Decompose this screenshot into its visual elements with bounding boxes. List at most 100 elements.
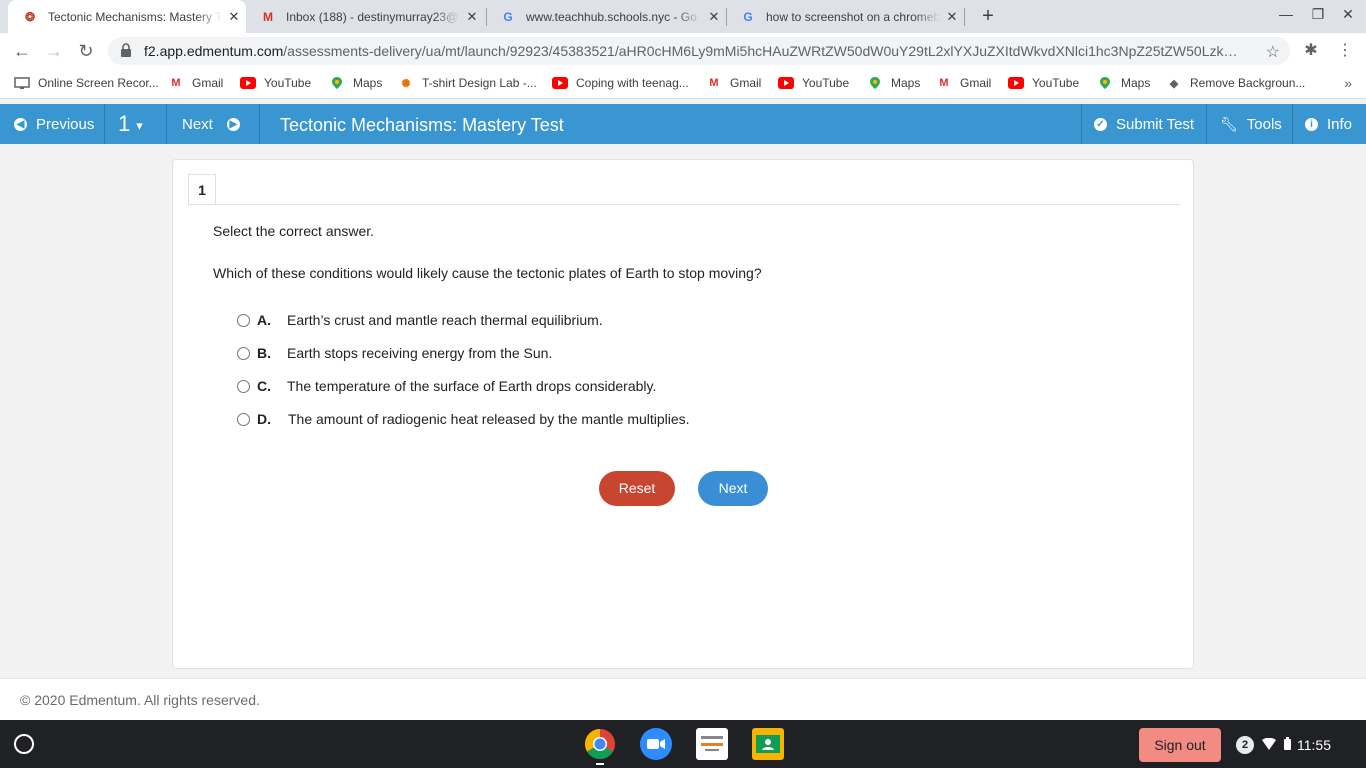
reset-button[interactable]: Reset <box>599 471 675 506</box>
chrome-icon[interactable] <box>584 728 616 760</box>
google-classroom-icon[interactable] <box>752 728 784 760</box>
bookmark-label: Gmail <box>192 76 224 90</box>
more-vertical-icon[interactable]: ⋮ <box>1334 40 1356 60</box>
chevron-double-right-icon[interactable]: » <box>1344 75 1352 91</box>
youtube-icon <box>552 76 568 90</box>
radio-button[interactable] <box>237 379 250 393</box>
zoom-icon[interactable] <box>640 728 672 760</box>
browser-tab-teachhub[interactable]: G www.teachhub.schools.nyc - Go ✕ <box>486 0 726 33</box>
answer-option-b[interactable]: B. Earth stops receiving energy from the… <box>237 345 552 361</box>
radio-button[interactable] <box>237 346 250 360</box>
previous-label: Previous <box>36 115 95 133</box>
close-icon[interactable]: ✕ <box>460 9 484 25</box>
sign-out-button[interactable]: Sign out <box>1139 728 1221 762</box>
page-footer: © 2020 Edmentum. All rights reserved. <box>0 678 1366 720</box>
header-divider <box>104 104 105 144</box>
radio-button[interactable] <box>237 412 250 426</box>
close-icon[interactable]: ✕ <box>222 9 246 25</box>
previous-button[interactable]: ◀ Previous <box>14 104 94 144</box>
tab-title: how to screenshot on a chromeb <box>766 9 940 24</box>
thinkcerca-icon[interactable] <box>696 728 728 760</box>
question-card: 1 Select the correct answer. Which of th… <box>172 159 1194 669</box>
google-icon: G <box>503 9 513 24</box>
clock-time: 11:55 <box>1297 737 1331 753</box>
header-divider <box>1292 104 1293 144</box>
bookmark-label: YouTube <box>802 76 850 90</box>
restore-icon[interactable]: ❐ <box>1308 6 1328 23</box>
browser-tab-gmail[interactable]: M Inbox (188) - destinymurray23@ ✕ <box>246 0 484 33</box>
bookmark-item[interactable]: Online Screen Recor... <box>14 76 159 90</box>
maps-icon <box>1097 76 1113 90</box>
bookmark-item[interactable]: ◆ Remove Backgroun... <box>1166 76 1306 90</box>
bookmark-item[interactable]: Maps <box>1097 76 1150 90</box>
close-icon[interactable]: ✕ <box>940 9 964 25</box>
bookmark-item[interactable]: M Gmail <box>706 76 761 90</box>
browser-tab-strip: ❂ Tectonic Mechanisms: Mastery T ✕ M Inb… <box>0 0 1366 33</box>
arrow-right-circle-icon: ▶ <box>226 117 240 131</box>
minimize-icon[interactable]: — <box>1276 6 1296 22</box>
bookmark-label: T-shirt Design Lab -... <box>422 76 537 90</box>
next-button[interactable]: Next <box>698 471 768 506</box>
bookmark-item[interactable]: ✺ T-shirt Design Lab -... <box>398 76 537 90</box>
option-letter: D. <box>257 411 271 427</box>
option-text: The temperature of the surface of Earth … <box>287 378 657 394</box>
test-header: ◀ Previous 1 ▾ Next ▶ Tectonic Mechanism… <box>0 104 1366 144</box>
option-letter: C. <box>257 378 271 394</box>
status-tray[interactable]: 2 11:55 <box>1236 728 1331 762</box>
edmentum-icon: ❂ <box>24 9 36 24</box>
answer-option-a[interactable]: A. Earth’s crust and mantle reach therma… <box>237 312 603 328</box>
bookmark-item[interactable]: YouTube <box>1008 76 1079 90</box>
divider <box>188 204 1180 205</box>
submit-test-button[interactable]: ✓ Submit Test <box>1094 104 1194 144</box>
option-text: Earth’s crust and mantle reach thermal e… <box>287 312 603 328</box>
bookmark-item[interactable]: Maps <box>329 76 382 90</box>
new-tab-button[interactable]: + <box>976 4 1000 28</box>
browser-tab-edmentum[interactable]: ❂ Tectonic Mechanisms: Mastery T ✕ <box>8 0 246 33</box>
bookmark-label: YouTube <box>264 76 312 90</box>
info-button[interactable]: i Info <box>1305 104 1352 144</box>
browser-tab-screenshot-search[interactable]: G how to screenshot on a chromeb ✕ <box>726 0 964 33</box>
radio-button[interactable] <box>237 313 250 327</box>
bookmark-item[interactable]: Maps <box>867 76 920 90</box>
tools-label: Tools <box>1246 115 1282 133</box>
youtube-icon <box>1008 76 1024 90</box>
reload-icon[interactable]: ↻ <box>74 39 98 63</box>
header-divider <box>1206 104 1207 144</box>
bookmarks-bar: Online Screen Recor... M Gmail YouTube Ma… <box>0 69 1366 99</box>
url-host: f2.app.edmentum.com <box>144 43 284 59</box>
bookmark-item[interactable]: M Gmail <box>168 76 223 90</box>
bookmark-label: Gmail <box>960 76 992 90</box>
wrench-icon: 🔧︎ <box>1220 115 1238 132</box>
chevron-down-icon: ▾ <box>136 118 143 133</box>
bookmark-item[interactable]: Coping with teenag... <box>552 76 689 90</box>
star-icon[interactable]: ☆ <box>1266 42 1280 62</box>
bookmark-label: Maps <box>891 76 921 90</box>
check-circle-icon: ✓ <box>1094 117 1107 131</box>
question-tab: 1 <box>188 174 216 204</box>
next-question-button[interactable]: Next ▶ <box>182 104 240 144</box>
tools-button[interactable]: 🔧︎ Tools <box>1220 104 1282 144</box>
tab-title: www.teachhub.schools.nyc - Go <box>526 9 697 24</box>
launcher-icon[interactable] <box>14 734 34 754</box>
bookmark-item[interactable]: YouTube <box>778 76 849 90</box>
answer-option-c[interactable]: C. The temperature of the surface of Ear… <box>237 378 656 394</box>
google-icon: G <box>743 9 753 24</box>
bookmark-item[interactable]: YouTube <box>240 76 311 90</box>
close-icon[interactable]: ✕ <box>702 9 726 25</box>
option-letter: A. <box>257 312 271 328</box>
browser-toolbar: ← → ↻ f2.app.edmentum.com/assessments-de… <box>0 33 1366 69</box>
question-number-dropdown[interactable]: 1 ▾ <box>118 104 143 144</box>
back-arrow-icon[interactable]: ← <box>10 39 34 63</box>
screen-icon <box>14 76 30 90</box>
window-close-icon[interactable]: ✕ <box>1338 6 1358 23</box>
extensions-puzzle-icon[interactable]: ✱ <box>1300 40 1322 60</box>
answer-option-d[interactable]: D. The amount of radiogenic heat release… <box>237 411 690 427</box>
tab-separator <box>964 8 965 26</box>
copyright-text: © 2020 Edmentum. All rights reserved. <box>20 692 260 708</box>
gmail-icon: M <box>263 9 273 24</box>
forward-arrow-icon[interactable]: → <box>42 39 66 63</box>
bookmark-label: YouTube <box>1032 76 1080 90</box>
maps-icon <box>867 76 883 90</box>
bookmark-item[interactable]: M Gmail <box>936 76 991 90</box>
address-bar[interactable]: f2.app.edmentum.com/assessments-delivery… <box>108 37 1290 65</box>
